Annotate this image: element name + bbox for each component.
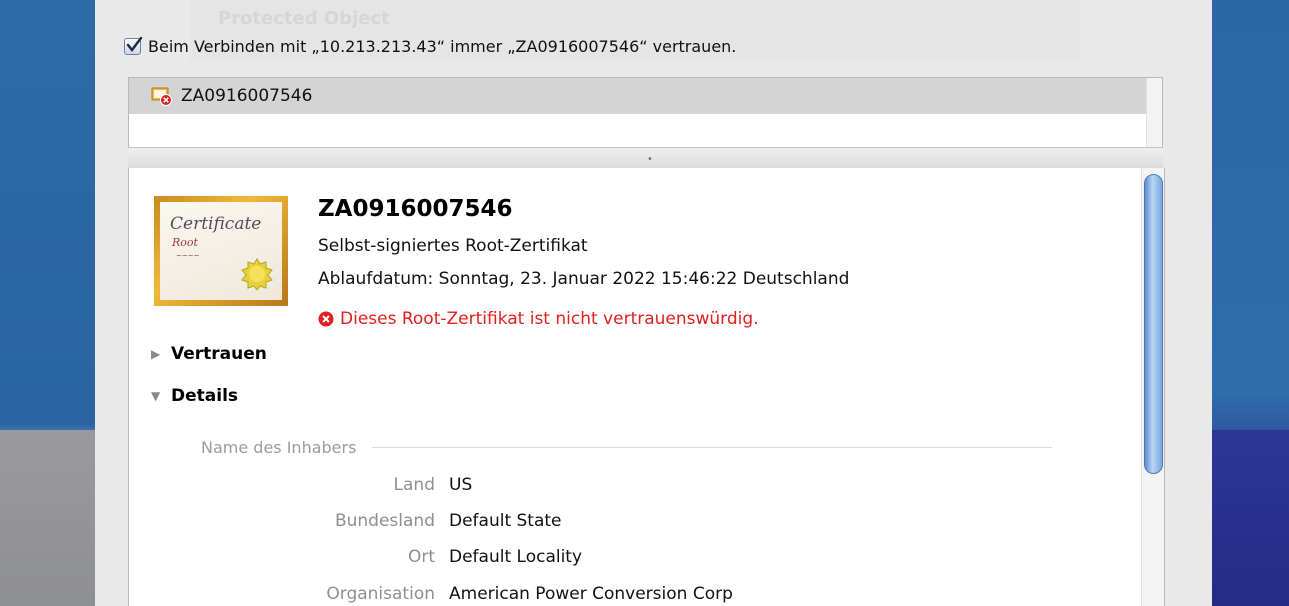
field-row: Bundesland Default State — [129, 511, 1029, 535]
trust-warning-text: Dieses Root-Zertifikat ist nicht vertrau… — [340, 309, 759, 329]
error-icon — [318, 311, 334, 327]
certificate-title: ZA0916007546 — [318, 196, 513, 222]
field-key: Organisation — [326, 584, 435, 604]
seal-icon — [241, 258, 273, 290]
field-key: Bundesland — [334, 511, 435, 531]
certificate-list[interactable]: ZA0916007546 — [128, 77, 1163, 148]
certificate-type: Selbst-signiertes Root-Zertifikat — [318, 236, 588, 256]
field-key: Ort — [407, 547, 435, 567]
always-trust-label: Beim Verbinden mit „10.213.213.43“ immer… — [148, 36, 737, 56]
trust-warning: Dieses Root-Zertifikat ist nicht vertrau… — [318, 309, 759, 329]
field-row: Land US — [129, 475, 1029, 499]
certificate-expiry: Ablaufdatum: Sonntag, 23. Januar 2022 15… — [318, 269, 850, 289]
field-value: Default State — [449, 511, 562, 531]
details-disclosure-label: Details — [171, 386, 239, 406]
disclosure-right-icon: ▶ — [151, 347, 161, 361]
field-value: US — [449, 475, 473, 495]
list-item-label: ZA0916007546 — [181, 86, 313, 106]
trust-disclosure-label: Vertrauen — [171, 344, 267, 364]
background-window-title: Protected Object — [218, 8, 390, 29]
subject-name-heading: Name des Inhabers — [201, 438, 1053, 457]
field-row: Ort Default Locality — [129, 547, 1029, 571]
list-item[interactable]: ZA0916007546 — [129, 78, 1162, 114]
certificate-icon-flourish: ~~~~ — [176, 252, 200, 260]
section-divider — [372, 447, 1053, 448]
details-disclosure[interactable]: ▼ Details — [151, 386, 238, 406]
certificate-large-icon: Certificate Root ~~~~ — [154, 196, 288, 306]
desktop-background-right — [1212, 0, 1289, 606]
field-key: Land — [393, 475, 435, 495]
always-trust-checkbox[interactable] — [124, 36, 143, 55]
splitter-grip-icon: • — [647, 154, 653, 165]
disclosure-down-icon: ▼ — [151, 389, 161, 403]
trust-disclosure[interactable]: ▶ Vertrauen — [151, 344, 267, 364]
field-value: Default Locality — [449, 547, 583, 567]
split-view-divider[interactable]: • — [128, 147, 1163, 169]
always-trust-row[interactable]: Beim Verbinden mit „10.213.213.43“ immer… — [124, 35, 736, 57]
certificate-invalid-icon — [151, 86, 173, 106]
subject-name-heading-text: Name des Inhabers — [201, 438, 357, 457]
desktop-background-left — [0, 0, 95, 606]
detail-scrollbar-thumb[interactable] — [1144, 174, 1163, 474]
certificate-icon-text: Certificate — [170, 214, 262, 234]
checkmark-icon — [126, 36, 143, 52]
field-row: Organisation American Power Conversion C… — [129, 584, 1029, 606]
certificate-icon-subtext: Root — [172, 236, 198, 249]
list-scrollbar[interactable] — [1146, 78, 1162, 147]
field-value: American Power Conversion Corp — [449, 584, 733, 604]
certificate-detail-pane: Certificate Root ~~~~ ZA0916007546 Selbs… — [128, 168, 1165, 606]
